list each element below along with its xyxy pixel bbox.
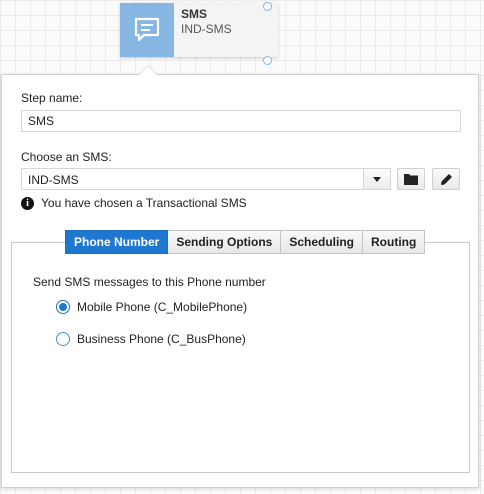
business-phone-radio[interactable] (56, 332, 70, 346)
info-text: You have chosen a Transactional SMS (41, 196, 247, 210)
choose-sms-label: Choose an SMS: (21, 150, 112, 164)
step-name-input[interactable] (21, 110, 461, 132)
sms-step-node[interactable]: SMS IND-SMS (120, 2, 278, 65)
sms-type-info: i You have chosen a Transactional SMS (21, 196, 247, 210)
tab-phone-number[interactable]: Phone Number (65, 230, 169, 254)
step-name-label: Step name: (21, 91, 83, 105)
chevron-down-icon[interactable] (363, 169, 390, 189)
browse-sms-button[interactable] (397, 168, 425, 190)
step-config-panel: Step name: Choose an SMS: IND-SMS i You … (1, 65, 479, 488)
panel-pointer (138, 65, 158, 75)
tab-scheduling[interactable]: Scheduling (281, 230, 364, 254)
node-input-port[interactable] (263, 2, 272, 11)
chat-message-icon (120, 3, 174, 57)
pencil-icon (440, 173, 452, 185)
tab-bar: Phone Number Sending Options Scheduling … (65, 230, 426, 254)
sms-select-value: IND-SMS (28, 173, 79, 187)
mobile-phone-label: Mobile Phone (C_MobilePhone) (77, 300, 248, 314)
sms-select[interactable]: IND-SMS (21, 168, 391, 190)
info-icon: i (21, 196, 34, 210)
tab-routing[interactable]: Routing (363, 230, 426, 254)
mobile-phone-radio[interactable] (56, 300, 70, 314)
business-phone-option[interactable]: Business Phone (C_BusPhone) (56, 332, 246, 346)
folder-icon (404, 174, 418, 185)
mobile-phone-option[interactable]: Mobile Phone (C_MobilePhone) (56, 300, 247, 314)
edit-sms-button[interactable] (432, 168, 460, 190)
node-subtitle: IND-SMS (181, 22, 232, 36)
business-phone-label: Business Phone (C_BusPhone) (77, 332, 246, 346)
phone-number-heading: Send SMS messages to this Phone number (33, 275, 266, 289)
tab-sending-options[interactable]: Sending Options (168, 230, 282, 254)
node-title: SMS (181, 7, 208, 21)
node-output-port[interactable] (263, 56, 272, 65)
